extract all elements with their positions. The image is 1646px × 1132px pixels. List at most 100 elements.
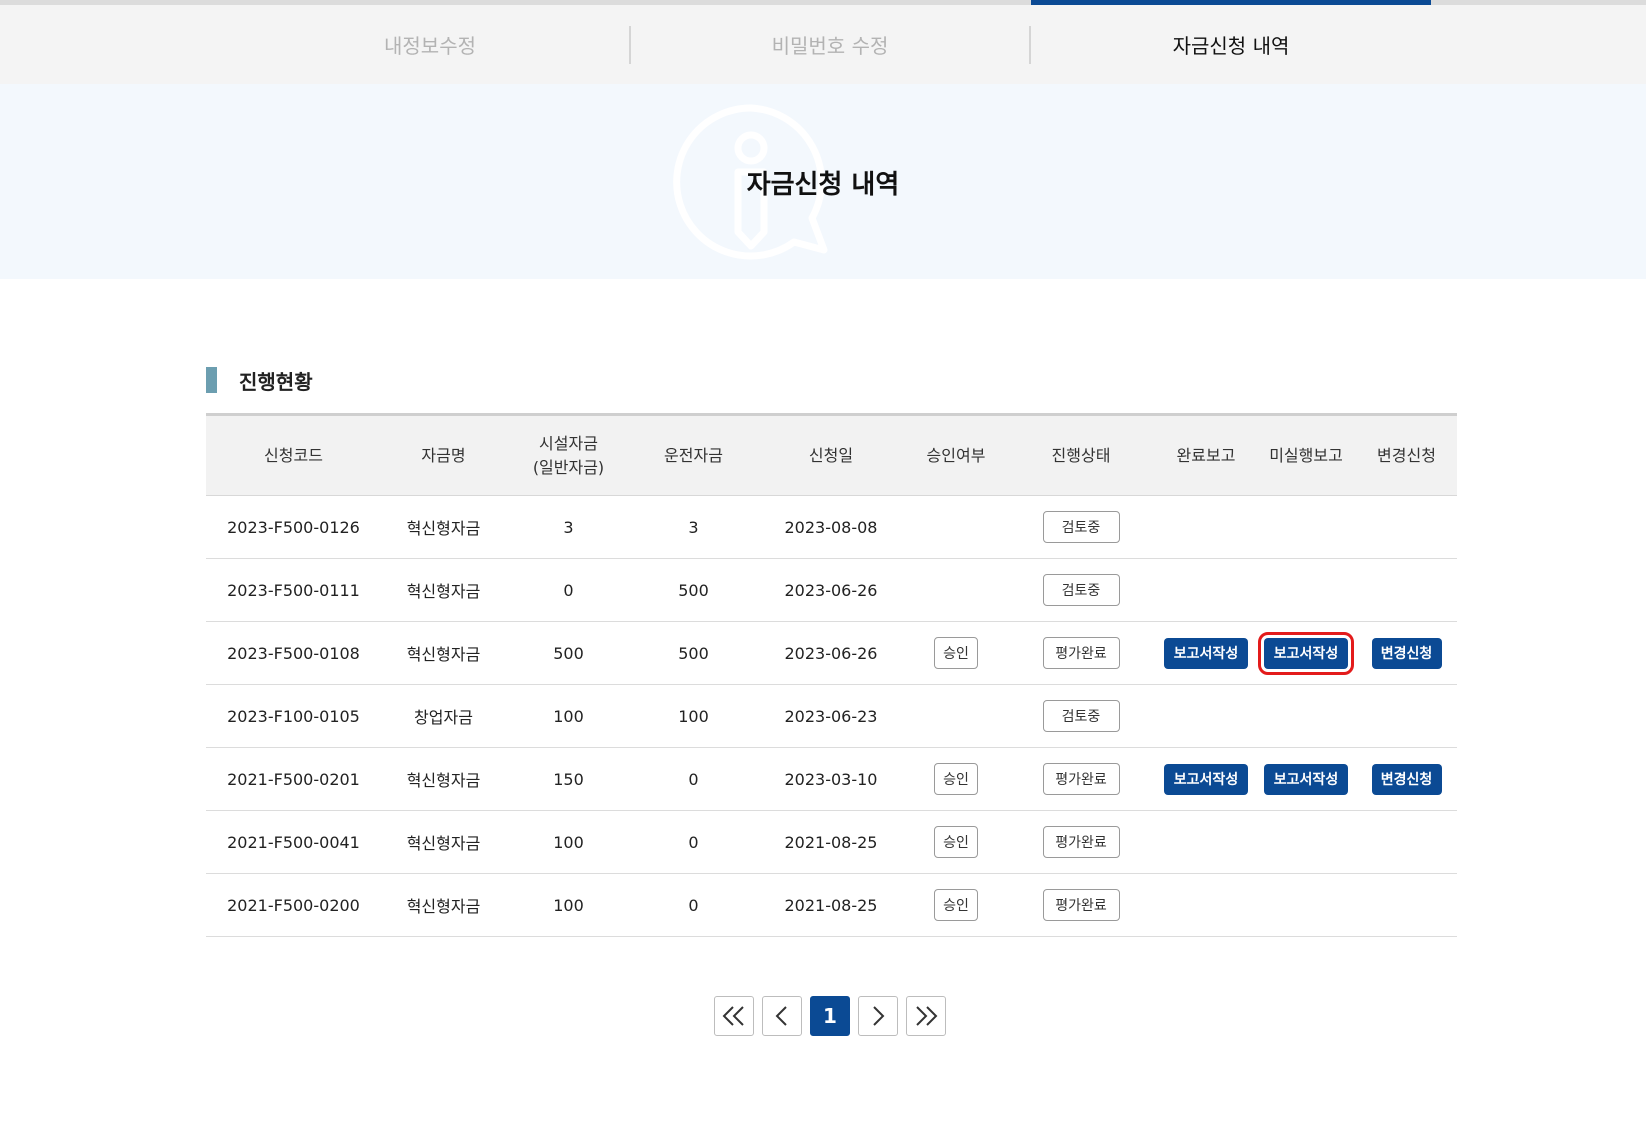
cell-operating-fund: 0 [688,832,699,852]
cell-change-request [1356,559,1457,621]
cell-application-code: 2021-F500-0201 [227,769,360,789]
table-row: 2023-F500-0126 혁신형자금 3 3 2023-08-08 검토중 [206,496,1457,559]
cell-operating-fund: 100 [678,706,709,726]
approval-badge-button[interactable]: 승인 [934,826,978,858]
cell-application-code: 2023-F500-0111 [227,580,360,600]
cell-approval [906,496,1006,558]
cell-application-code: 2023-F500-0108 [227,643,360,663]
prev-page-button[interactable] [762,996,802,1036]
non-execution-report-write-button[interactable]: 보고서작성 [1258,631,1354,675]
status-button[interactable]: 검토중 [1042,574,1120,606]
cell-application-code: 2021-F500-0041 [227,832,360,852]
table-row: 2021-F500-0201 혁신형자금 150 0 2023-03-10 승인 평가완료 보… [206,748,1457,811]
cell-fund-name: 혁신형자금 [406,771,481,790]
cell-approval: 승인 [906,622,1006,684]
cell-fund-name: 창업자금 [414,708,473,727]
cell-facility-fund: 100 [553,895,584,915]
cell-operating-fund: 3 [688,517,699,537]
section-title-bar [206,367,217,393]
header-application-date: 신청일 [808,445,854,465]
status-button[interactable]: 평가완료 [1042,826,1120,858]
cell-change-request [1356,874,1457,936]
completion-report-write-button[interactable]: 보고서작성 [1164,637,1248,669]
cell-progress-status: 평가완료 [1006,622,1156,684]
table-row: 2023-F100-0105 창업자금 100 100 2023-06-23 검토중 [206,685,1457,748]
status-button[interactable]: 평가완료 [1042,763,1120,795]
change-request-button[interactable]: 변경신청 [1371,763,1442,795]
cell-fund-name: 혁신형자금 [406,897,481,916]
next-page-button[interactable] [858,996,898,1036]
approval-badge-button[interactable]: 승인 [934,637,978,669]
last-page-button[interactable] [906,996,946,1036]
cell-operating-fund: 0 [688,769,699,789]
page-banner: 자금신청 내역 [0,84,1646,279]
cell-operating-fund: 500 [678,580,709,600]
cell-completion-report [1156,874,1256,936]
status-button[interactable]: 검토중 [1042,700,1120,732]
approval-badge-button[interactable]: 승인 [934,763,978,795]
table-row: 2021-F500-0041 혁신형자금 100 0 2021-08-25 승인 평가완료 [206,811,1457,874]
header-progress-status: 진행상태 [1051,445,1111,465]
status-button[interactable]: 평가완료 [1042,889,1120,921]
cell-completion-report [1156,559,1256,621]
header-application-code: 신청코드 [264,445,323,465]
cell-application-date: 2021-08-25 [784,832,878,852]
cell-facility-fund: 150 [553,769,584,789]
cell-fund-name: 혁신형자금 [406,834,481,853]
cell-approval [906,685,1006,747]
cell-change-request [1356,685,1457,747]
header-facility-fund: 시설자금 (일반자금) [532,433,605,477]
cell-application-code: 2023-F500-0126 [227,517,360,537]
status-button[interactable]: 평가완료 [1042,637,1120,669]
cell-facility-fund: 0 [563,580,574,600]
cell-facility-fund: 100 [553,706,584,726]
cell-approval: 승인 [906,811,1006,873]
cell-approval: 승인 [906,748,1006,810]
cell-fund-name: 혁신형자금 [406,582,481,601]
cell-non-execution-report: 보고서작성 [1256,748,1356,810]
header-operating-fund: 운전자금 [664,445,723,465]
progress-table: 신청코드 자금명 시설자금 (일반자금) 운전자금 신청일 승인여부 진행상태 … [206,413,1457,937]
cell-fund-name: 혁신형자금 [406,519,481,538]
status-button[interactable]: 검토중 [1042,511,1120,543]
cell-application-code: 2021-F500-0200 [227,895,360,915]
cell-non-execution-report [1256,685,1356,747]
top-tab-bar: 내정보수정 비밀번호 수정 자금신청 내역 [0,0,1646,84]
cell-change-request [1356,496,1457,558]
double-chevron-left-icon [722,1006,744,1026]
cell-approval [906,559,1006,621]
tab-change-password[interactable]: 비밀번호 수정 [630,5,1030,84]
approval-badge-button[interactable]: 승인 [934,889,978,921]
cell-progress-status: 검토중 [1006,496,1156,558]
cell-operating-fund: 0 [688,895,699,915]
cell-progress-status: 검토중 [1006,559,1156,621]
cell-change-request [1356,811,1457,873]
page-title: 자금신청 내역 [746,170,900,200]
header-completion-report: 완료보고 [1176,445,1236,465]
header-non-execution-report: 미실행보고 [1269,445,1343,465]
cell-application-code: 2023-F100-0105 [227,706,360,726]
non-execution-report-write-button[interactable]: 보고서작성 [1264,763,1348,795]
cell-non-execution-report [1256,811,1356,873]
cell-progress-status: 평가완료 [1006,811,1156,873]
pagination: 1 [714,996,954,1036]
tab-fund-application-history[interactable]: 자금신청 내역 [1031,5,1431,84]
table-row: 2023-F500-0108 혁신형자금 500 500 2023-06-26 승인 평가완… [206,622,1457,685]
cell-change-request: 변경신청 [1356,748,1457,810]
cell-completion-report: 보고서작성 [1156,622,1256,684]
page-1-button[interactable]: 1 [810,996,850,1036]
tab-edit-profile[interactable]: 내정보수정 [230,5,630,84]
section-title: 진행현황 [239,369,313,394]
first-page-button[interactable] [714,996,754,1036]
cell-completion-report: 보고서작성 [1156,748,1256,810]
table-body: 2023-F500-0126 혁신형자금 3 3 2023-08-08 검토중 2023-F… [206,496,1457,937]
header-fund-name: 자금명 [421,445,466,465]
table-row: 2023-F500-0111 혁신형자금 0 500 2023-06-26 검토중 [206,559,1457,622]
cell-progress-status: 평가완료 [1006,748,1156,810]
completion-report-write-button[interactable]: 보고서작성 [1164,763,1248,795]
chevron-right-icon [873,1006,885,1026]
chevron-left-icon [775,1006,787,1026]
cell-completion-report [1156,496,1256,558]
cell-application-date: 2023-06-23 [784,706,878,726]
change-request-button[interactable]: 변경신청 [1371,637,1442,669]
